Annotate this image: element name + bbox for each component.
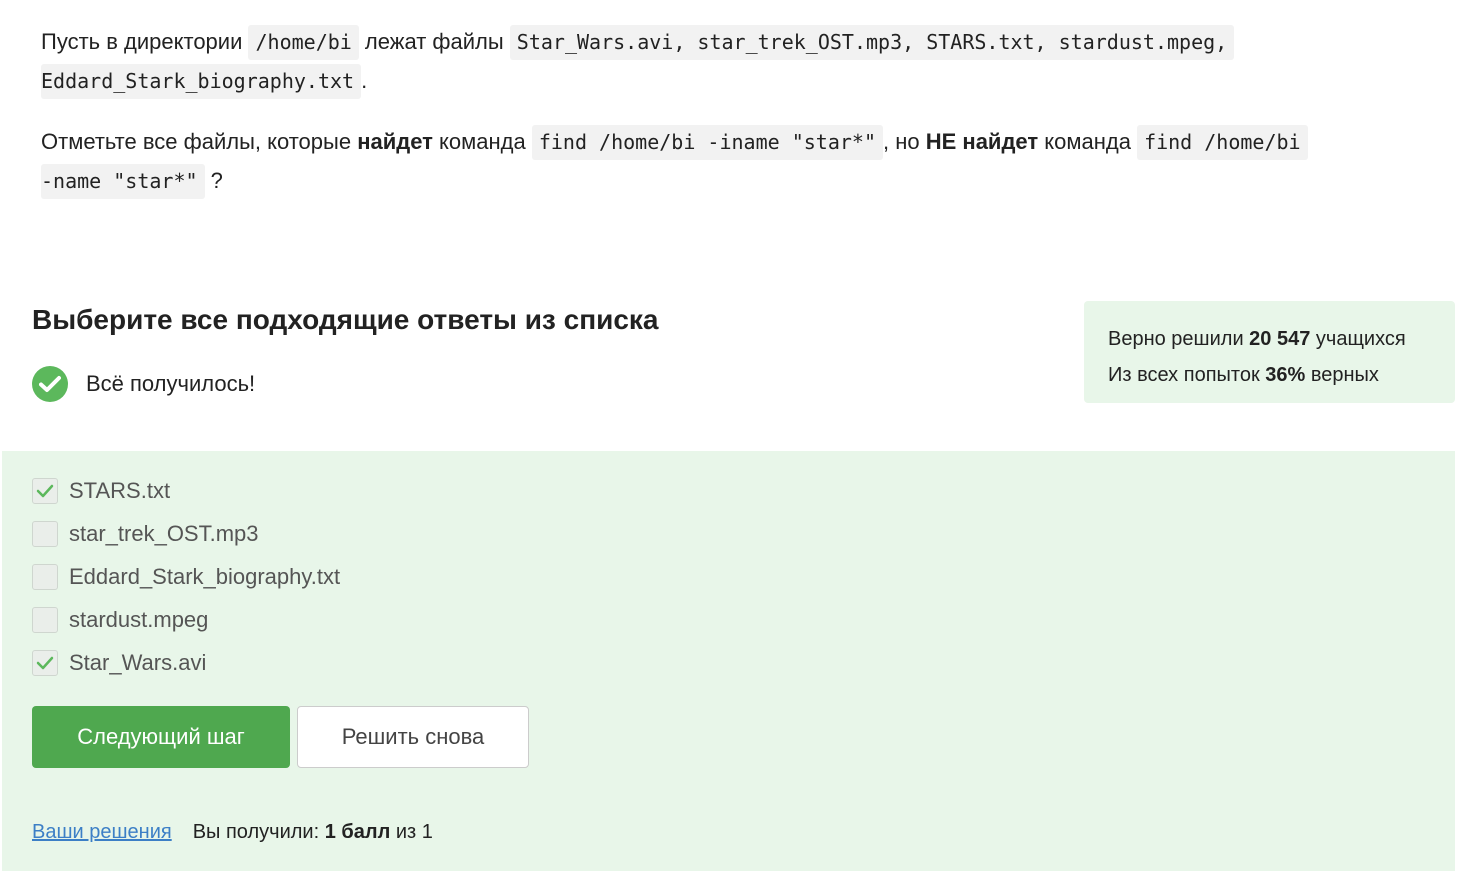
option-label: STARS.txt	[69, 478, 171, 503]
next-step-button[interactable]: Следующий шаг	[32, 706, 290, 768]
question-fragment: ?	[204, 168, 223, 193]
option-label: Eddard_Stark_biography.txt	[69, 564, 341, 589]
code-directory: /home/bi	[248, 25, 359, 60]
footer: Ваши решения Вы получили: 1 балл из 1	[32, 817, 433, 847]
your-solutions-link[interactable]: Ваши решения	[32, 821, 172, 844]
option-star-wars[interactable]: Star_Wars.avi	[32, 648, 206, 678]
check-icon	[36, 656, 54, 670]
checkbox[interactable]	[32, 650, 58, 676]
score-label: из 1	[390, 820, 433, 843]
code-file-list-cont: Eddard_Stark_biography.txt	[41, 64, 362, 99]
option-stars-txt[interactable]: STARS.txt	[32, 476, 170, 506]
question-fragment: лежат файлы	[358, 29, 510, 54]
question-line-1: Пусть в директории /home/bi лежат файлы …	[41, 22, 1421, 61]
code-file-list: Star_Wars.avi, star_trek_OST.mp3, STARS.…	[509, 25, 1235, 60]
question-fragment: команда	[1038, 129, 1138, 154]
checkbox[interactable]	[32, 564, 58, 590]
question-fragment: команда	[432, 129, 532, 154]
check-icon	[36, 484, 54, 498]
checkbox[interactable]	[32, 521, 58, 547]
question-line-4: -name "star*" ?	[41, 161, 1421, 200]
check-circle-icon	[32, 366, 68, 402]
success-status: Всё получилось!	[32, 366, 255, 402]
score-value: 1 балл	[324, 820, 391, 843]
code-find-name-cont: -name "star*"	[41, 164, 205, 199]
stats-percent: 36%	[1265, 364, 1306, 386]
code-find-iname: find /home/bi -iname "star*"	[531, 125, 883, 160]
success-text: Всё получилось!	[86, 371, 256, 396]
question-line-3: Отметьте все файлы, которые найдет коман…	[41, 122, 1421, 161]
stats-attempts: Из всех попыток 36% верных	[1108, 357, 1455, 393]
question-text: Пусть в директории /home/bi лежат файлы …	[41, 22, 1421, 200]
stats-label: верных	[1305, 364, 1379, 386]
stats-solved-count: 20 547	[1249, 328, 1311, 350]
question-fragment: , но	[883, 129, 926, 154]
option-eddard-stark[interactable]: Eddard_Stark_biography.txt	[32, 562, 340, 592]
checkbox[interactable]	[32, 478, 58, 504]
option-star-trek-ost[interactable]: star_trek_OST.mp3	[32, 519, 259, 549]
option-label: stardust.mpeg	[69, 607, 209, 632]
checkbox[interactable]	[32, 607, 58, 633]
solve-again-button[interactable]: Решить снова	[297, 706, 529, 768]
option-label: star_trek_OST.mp3	[69, 521, 259, 546]
stats-panel: Верно решили 20 547 учащихся Из всех поп…	[1084, 301, 1455, 403]
score-text: Вы получили: 1 балл из 1	[193, 821, 433, 844]
section-heading: Выберите все подходящие ответы из списка	[32, 304, 659, 335]
question-fragment: Пусть в директории	[41, 29, 249, 54]
code-find-name: find /home/bi	[1137, 125, 1308, 160]
option-stardust[interactable]: stardust.mpeg	[32, 605, 208, 635]
option-label: Star_Wars.avi	[69, 650, 207, 675]
score-label: Вы получили:	[192, 820, 325, 843]
stats-label: Верно решили	[1108, 328, 1250, 350]
question-bold: НЕ найдет	[925, 129, 1039, 154]
stats-solved: Верно решили 20 547 учащихся	[1108, 321, 1455, 357]
question-bold: найдет	[357, 129, 433, 154]
question-line-2: Eddard_Stark_biography.txt.	[41, 61, 1421, 100]
question-fragment: .	[361, 68, 368, 93]
stats-label: Из всех попыток	[1108, 364, 1266, 386]
question-fragment: Отметьте все файлы, которые	[41, 129, 358, 154]
stats-label: учащихся	[1310, 328, 1406, 350]
answer-area: STARS.txt star_trek_OST.mp3 Eddard_Stark…	[2, 451, 1455, 871]
